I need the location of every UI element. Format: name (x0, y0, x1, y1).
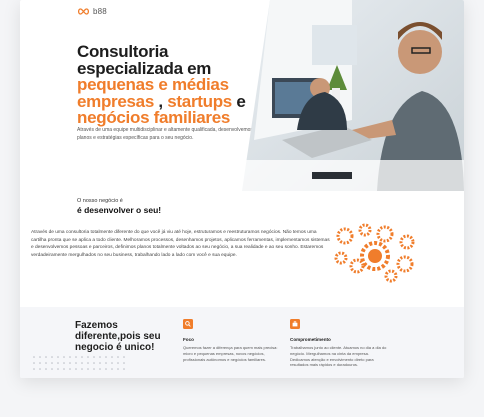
hero-photo (242, 0, 464, 191)
feature-card-comprometimento: Comprometimento Trabalhamos junto ao cli… (290, 319, 390, 368)
dot-pattern-decoration (33, 356, 125, 370)
briefcase-icon (290, 319, 300, 329)
differential-title: Fazemos diferente,pois seu negocio é uni… (75, 320, 161, 353)
about-body: Através de uma consultoria totalmente di… (31, 230, 330, 258)
hero-description: Através de uma equipe multidisciplinar e… (77, 127, 253, 141)
brand-logo[interactable]: b88 (77, 7, 107, 16)
feature-text: Trabalhamos junto ao cliente. Atuamos no… (290, 345, 387, 368)
gears-illustration (334, 223, 415, 283)
about-title: é desenvolver o seu! (77, 205, 162, 215)
hero-title: Consultoria especializada em pequenas e … (77, 43, 267, 127)
infinity-logo-icon (77, 8, 90, 15)
about-kicker: O nosso negócio é (77, 198, 123, 204)
feature-card-foco: Foco Queremos fazer a diferença para que… (183, 319, 283, 362)
brand-name: b88 (93, 7, 107, 16)
landing-page: b88 Consultoria especializada em pequena… (20, 0, 464, 378)
feature-title: Comprometimento (290, 337, 331, 342)
search-icon (183, 319, 193, 329)
feature-title: Foco (183, 337, 194, 342)
feature-text: Queremos fazer a diferença para quem mai… (183, 345, 278, 362)
hero-title-highlight: negócios familiares (77, 108, 231, 127)
differential-section: Fazemos diferente,pois seu negocio é uni… (20, 307, 464, 378)
